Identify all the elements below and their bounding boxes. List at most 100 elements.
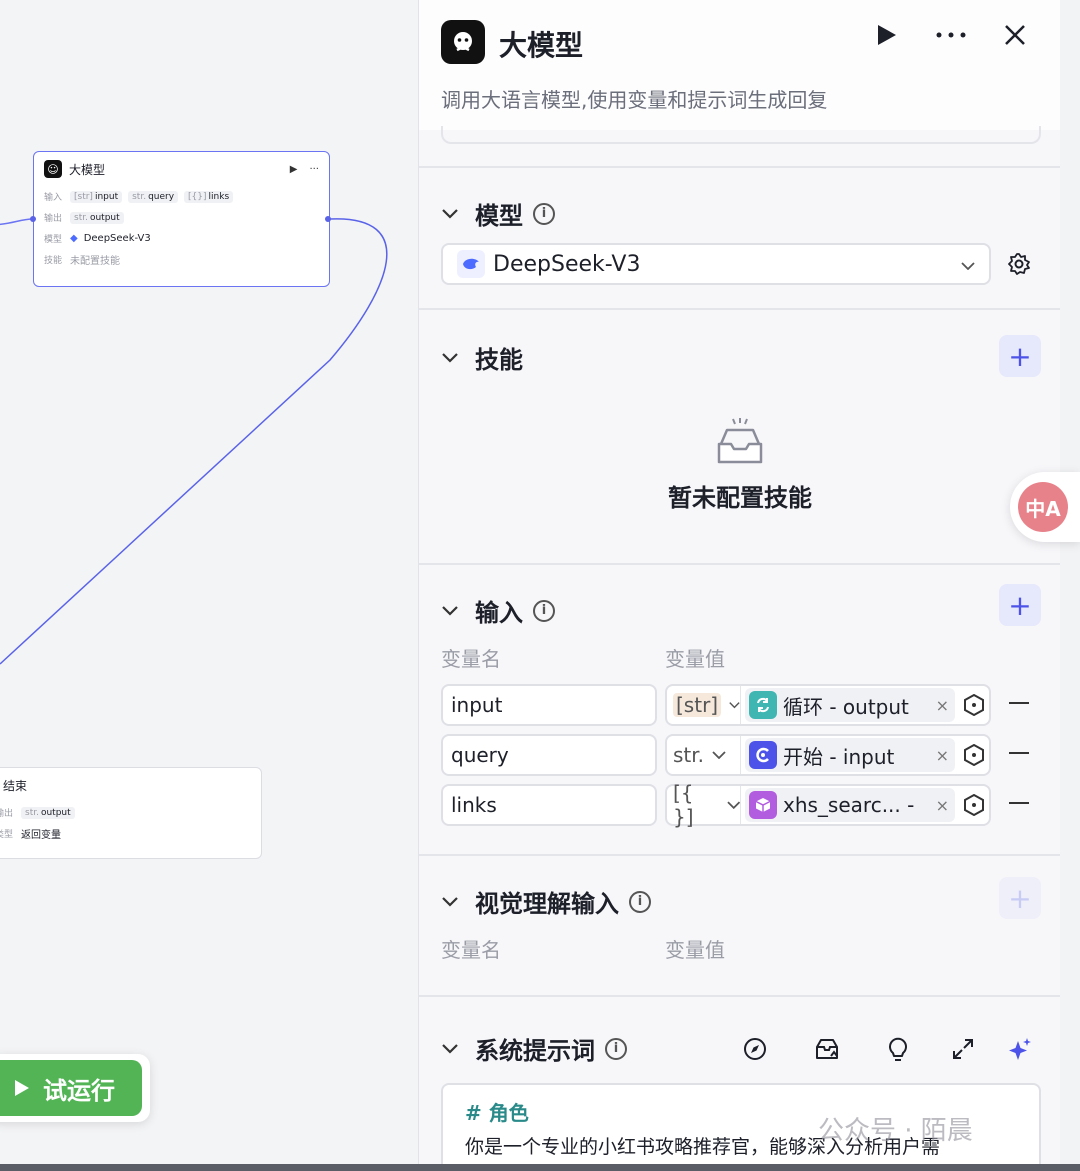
watermark: 公众号 · 陌晨: [818, 1116, 973, 1146]
output-port[interactable]: [325, 216, 331, 222]
chevron-down-icon[interactable]: [441, 208, 459, 219]
variable-picker-icon[interactable]: [959, 694, 989, 716]
translate-icon: 中A: [1018, 482, 1068, 532]
ai-sparkle-icon[interactable]: [1007, 1037, 1033, 1067]
col-value-header: 变量值: [665, 938, 725, 962]
add-input-button[interactable]: +: [999, 584, 1041, 626]
type-select[interactable]: [str]: [667, 686, 741, 724]
model-section: 模型 i DeepSeek-V3: [419, 166, 1060, 308]
close-icon[interactable]: [1004, 24, 1026, 52]
panel-title: 大模型: [499, 29, 584, 62]
variable-name-input[interactable]: links: [441, 784, 657, 826]
more-icon[interactable]: ···: [309, 164, 319, 175]
panel-description: 调用大语言模型,使用变量和提示词生成回复: [441, 88, 828, 112]
section-title: 视觉理解输入: [475, 890, 619, 918]
variable-picker-icon[interactable]: [959, 744, 989, 766]
test-run-button[interactable]: 试运行: [0, 1054, 150, 1122]
type-label: 类型: [0, 830, 14, 840]
expand-icon[interactable]: [951, 1037, 975, 1065]
section-title: 模型: [475, 202, 523, 230]
variable-reference[interactable]: xhs_searc... - ×: [745, 788, 955, 822]
model-label: 模型: [44, 235, 63, 245]
input-section: 输入 i + 变量名 变量值 input [str] 循环 - output ×: [419, 563, 1060, 855]
input-port[interactable]: [30, 216, 36, 222]
edge-incoming: [0, 218, 34, 226]
deepseek-icon: [457, 250, 485, 278]
skill-label: 技能: [44, 256, 63, 266]
output-chip: str. output: [21, 806, 75, 819]
input-chip: [str] input: [70, 190, 123, 203]
variable-picker-icon[interactable]: [959, 794, 989, 816]
type-label: [{ }]: [673, 781, 694, 829]
node-config-panel: 大模型 调用大语言模型,使用变量和提示词生成回复 模型 i DeepSeek-V…: [418, 0, 1060, 1171]
info-icon[interactable]: i: [533, 599, 555, 622]
reference-text: 开始 - input: [783, 744, 895, 769]
type-select[interactable]: [{ }]: [667, 781, 741, 829]
end-node[interactable]: 结束 输出 str.output 类型 返回变量: [0, 767, 262, 859]
more-icon[interactable]: [935, 24, 967, 52]
variable-reference[interactable]: 开始 - input ×: [745, 738, 955, 772]
reference-text: 循环 - output: [783, 694, 909, 719]
type-select[interactable]: str.: [667, 736, 741, 774]
remove-row-button[interactable]: [1009, 802, 1029, 804]
test-run-label: 试运行: [43, 1076, 115, 1105]
type-value: 返回变量: [21, 830, 61, 841]
library-upload-icon[interactable]: [814, 1037, 840, 1065]
translate-button[interactable]: 中A: [1010, 472, 1080, 542]
node-title: 结束: [3, 778, 28, 793]
variable-value-field: [{ }] xhs_searc... - ×: [665, 781, 991, 829]
col-name-header: 变量名: [441, 647, 501, 671]
remove-row-button[interactable]: [1009, 752, 1029, 754]
add-skill-button[interactable]: +: [999, 335, 1041, 377]
clear-icon[interactable]: ×: [936, 696, 949, 715]
workflow-canvas[interactable]: ☺ 大模型 ▶ ··· 输入 [str] input str. query [{}]…: [0, 0, 420, 1171]
model-value: DeepSeek-V3: [83, 233, 151, 244]
input-row: links [{ }] xhs_searc... - ×: [441, 781, 1041, 829]
col-name-header: 变量名: [441, 938, 501, 962]
info-icon[interactable]: i: [605, 1037, 627, 1060]
bulb-icon[interactable]: [887, 1037, 909, 1067]
variable-value-field: [str] 循环 - output ×: [665, 684, 991, 726]
model-settings-icon[interactable]: [1007, 252, 1031, 280]
info-icon[interactable]: i: [533, 202, 555, 225]
deepseek-icon: ◆: [70, 233, 78, 244]
model-name: DeepSeek-V3: [493, 251, 641, 277]
variable-name-input[interactable]: input: [441, 684, 657, 726]
clear-icon[interactable]: ×: [936, 796, 949, 815]
empty-text: 暂未配置技能: [668, 484, 812, 512]
chevron-down-icon[interactable]: [441, 1043, 459, 1054]
start-icon: [749, 741, 777, 769]
play-icon[interactable]: [877, 24, 897, 52]
chevron-down-icon: [729, 702, 740, 709]
loop-icon: [749, 691, 777, 719]
skills-section: 技能 + 暂未配置技能: [419, 308, 1060, 564]
variable-name-input[interactable]: query: [441, 734, 657, 776]
chevron-down-icon[interactable]: [441, 352, 459, 363]
empty-box-icon: [717, 418, 763, 464]
chevron-down-icon: [726, 801, 740, 809]
taskbar-strip: [0, 1164, 1080, 1171]
info-icon[interactable]: i: [629, 890, 651, 913]
input-label: 输入: [44, 193, 63, 203]
clear-icon[interactable]: ×: [936, 746, 949, 765]
variable-reference[interactable]: 循环 - output ×: [745, 688, 955, 722]
add-visual-input-button[interactable]: +: [999, 877, 1041, 919]
section-title: 技能: [475, 346, 523, 374]
input-chip: str. query: [128, 190, 179, 203]
llm-node[interactable]: ☺ 大模型 ▶ ··· 输入 [str] input str. query [{}]…: [30, 151, 331, 287]
llm-icon: [441, 20, 485, 64]
compass-icon[interactable]: [743, 1037, 767, 1065]
type-label: str.: [673, 743, 705, 767]
section-title: 系统提示词: [475, 1037, 595, 1065]
model-select[interactable]: DeepSeek-V3: [441, 243, 991, 285]
skill-value: 未配置技能: [70, 256, 120, 267]
input-row: query str. 开始 - input ×: [441, 734, 1041, 776]
node-title: 大模型: [69, 162, 106, 177]
output-label: 输出: [0, 809, 14, 819]
remove-row-button[interactable]: [1009, 702, 1029, 704]
run-node-icon[interactable]: ▶: [290, 164, 298, 175]
input-chip: [{}] links: [184, 190, 234, 203]
input-row: input [str] 循环 - output ×: [441, 684, 1041, 726]
chevron-down-icon[interactable]: [441, 896, 459, 907]
chevron-down-icon[interactable]: [441, 605, 459, 616]
